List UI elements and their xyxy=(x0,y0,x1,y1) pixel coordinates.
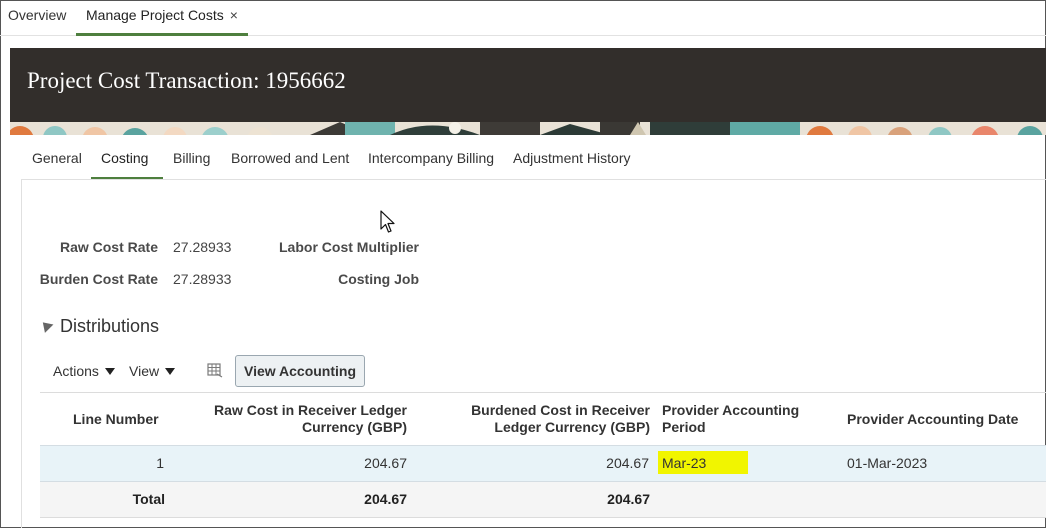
actions-menu-label: Actions xyxy=(53,363,99,379)
column-period-line2: Period xyxy=(662,419,706,435)
raw-cost-rate-value: 27.28933 xyxy=(173,239,232,255)
column-provider-accounting-date[interactable]: Provider Accounting Date xyxy=(847,411,1018,428)
column-burdened-cost-line2: Ledger Currency (GBP) xyxy=(494,419,650,435)
decorative-banner xyxy=(10,122,1046,135)
column-raw-cost[interactable]: Raw Cost in Receiver Ledger Currency (GB… xyxy=(190,402,407,436)
detach-table-icon[interactable] xyxy=(206,361,224,379)
tab-overview[interactable]: Overview xyxy=(8,0,66,36)
banner-illustration xyxy=(10,122,1046,135)
page-header: Project Cost Transaction: 1956662 xyxy=(10,48,1046,122)
burden-cost-rate-label: Burden Cost Rate xyxy=(39,271,158,287)
chevron-down-icon xyxy=(165,368,176,375)
active-tab-indicator xyxy=(76,33,248,36)
column-burdened-cost-line1: Burdened Cost in Receiver xyxy=(471,402,650,418)
costing-job-label: Costing Job xyxy=(338,271,419,287)
row-accounting-date: 01-Mar-2023 xyxy=(847,455,928,471)
row-line-number: 1 xyxy=(156,455,164,471)
tab-intercompany-billing[interactable]: Intercompany Billing xyxy=(368,150,494,166)
close-icon[interactable]: × xyxy=(230,0,238,30)
top-tab-strip: Overview Manage Project Costs × xyxy=(0,0,1046,36)
total-label: Total xyxy=(132,491,165,507)
column-raw-cost-line1: Raw Cost in Receiver Ledger xyxy=(214,402,407,418)
detail-tabs: General Costing Billing Borrowed and Len… xyxy=(20,136,1046,180)
column-provider-accounting-period[interactable]: Provider Accounting Period xyxy=(662,402,799,436)
tab-costing[interactable]: Costing xyxy=(101,150,148,166)
distributions-title: Distributions xyxy=(60,316,160,336)
view-menu[interactable]: View xyxy=(129,363,176,379)
view-accounting-button[interactable]: View Accounting xyxy=(235,355,365,387)
tab-adjustment-history[interactable]: Adjustment History xyxy=(513,150,630,166)
view-menu-label: View xyxy=(129,363,160,379)
column-period-line1: Provider Accounting xyxy=(662,402,800,418)
column-burdened-cost[interactable]: Burdened Cost in Receiver Ledger Currenc… xyxy=(440,402,650,436)
row-raw-cost: 204.67 xyxy=(364,455,407,471)
tab-general[interactable]: General xyxy=(32,150,82,166)
total-raw-cost: 204.67 xyxy=(364,491,407,507)
column-raw-cost-line2: Currency (GBP) xyxy=(301,419,407,435)
row-burdened-cost: 204.67 xyxy=(606,455,649,471)
distributions-section-header[interactable]: Distributions xyxy=(38,316,160,337)
tab-manage-project-costs[interactable]: Manage Project Costs × xyxy=(76,0,248,36)
tab-billing[interactable]: Billing xyxy=(173,150,210,166)
page-title: Project Cost Transaction: 1956662 xyxy=(27,68,346,93)
column-line-number[interactable]: Line Number xyxy=(73,411,159,428)
raw-cost-rate-label: Raw Cost Rate xyxy=(59,239,158,255)
mouse-cursor-icon xyxy=(380,210,395,233)
total-burdened-cost: 204.67 xyxy=(607,491,650,507)
collapse-triangle-icon[interactable] xyxy=(38,318,54,333)
row-accounting-period: Mar-23 xyxy=(662,455,707,471)
tab-manage-project-costs-label: Manage Project Costs xyxy=(86,7,224,23)
labor-cost-multiplier-label: Labor Cost Multiplier xyxy=(279,239,419,255)
chevron-down-icon xyxy=(104,368,115,375)
actions-menu[interactable]: Actions xyxy=(53,363,115,379)
tab-overview-label: Overview xyxy=(8,7,67,23)
tab-borrowed-and-lent[interactable]: Borrowed and Lent xyxy=(231,150,349,166)
burden-cost-rate-value: 27.28933 xyxy=(173,271,232,287)
